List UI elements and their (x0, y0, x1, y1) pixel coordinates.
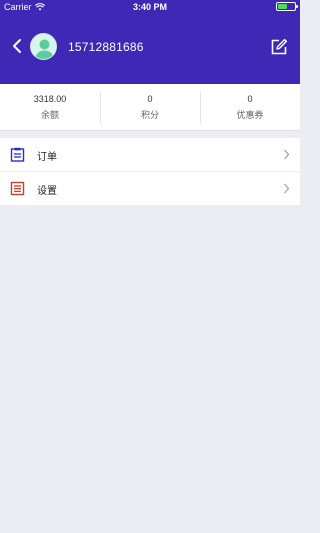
stat-coupons[interactable]: 0 优惠券 (200, 84, 300, 130)
points-label: 积分 (140, 110, 159, 120)
balance-value: 3318.00 (33, 94, 67, 104)
status-bar: Carrier 3:40 PM (0, 0, 300, 15)
account-stats: 3318.00 余额 0 积分 0 优惠券 (0, 84, 300, 131)
back-arrow-icon[interactable] (10, 37, 24, 55)
settings-list-icon (10, 181, 25, 196)
menu-label-settings: 设置 (37, 186, 57, 197)
chevron-right-icon (284, 149, 290, 160)
battery-indicator (276, 2, 298, 11)
stat-points[interactable]: 0 积分 (100, 84, 200, 130)
balance-label: 余额 (40, 110, 59, 120)
clipboard-icon (10, 147, 25, 162)
menu-label-orders: 订单 (37, 152, 57, 163)
avatar[interactable] (30, 33, 57, 60)
battery-level (278, 4, 287, 9)
menu-item-settings[interactable]: 设置 (0, 172, 300, 205)
coupons-value: 0 (247, 94, 253, 104)
edit-icon[interactable] (270, 38, 288, 56)
points-value: 0 (147, 94, 153, 104)
user-icon (35, 39, 54, 59)
chevron-right-icon (284, 183, 290, 194)
stat-balance[interactable]: 3318.00 余额 (0, 84, 100, 130)
coupons-label: 优惠券 (236, 110, 264, 120)
battery-icon (276, 2, 298, 11)
profile-header: Carrier 3:40 PM 15712881686 (0, 0, 300, 84)
status-time: 3:40 PM (132, 2, 167, 12)
menu-item-orders[interactable]: 订单 (0, 138, 300, 171)
username: 15712881686 (68, 40, 144, 54)
